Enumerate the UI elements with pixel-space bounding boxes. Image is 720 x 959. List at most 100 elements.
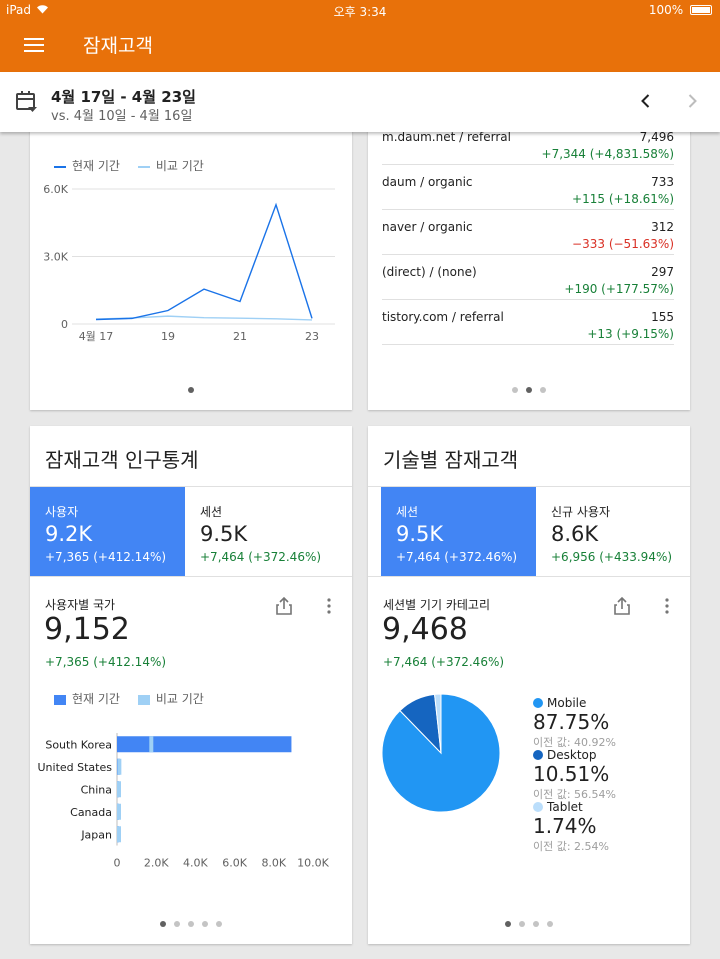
share-icon[interactable] — [613, 596, 631, 620]
x-tick-label: 8.0K — [261, 857, 286, 870]
comparison-range: vs. 4월 10일 - 4월 16일 — [51, 109, 193, 124]
chevron-right-icon[interactable] — [682, 91, 702, 115]
legend-previous: 이전 값: 2.54% — [533, 840, 610, 853]
y-tick-label: 6.0K — [43, 183, 68, 196]
page-dot[interactable] — [188, 921, 194, 927]
table-row[interactable]: naver / organic 312 −333 (−51.63%) — [382, 210, 674, 255]
bar-compare — [117, 758, 122, 775]
series-line — [95, 202, 313, 321]
page-dot[interactable] — [519, 921, 525, 927]
menu-icon[interactable] — [24, 35, 44, 55]
source-medium: naver / organic — [382, 220, 473, 234]
x-tick-label: 2.0K — [144, 857, 169, 870]
battery-icon — [690, 5, 712, 15]
row-value: 297 — [651, 265, 674, 279]
metric-tile-sessions[interactable]: 세션 9.5K +7,464 (+372.46%) — [185, 487, 340, 576]
x-tick-label: 10.0K — [297, 857, 329, 870]
more-vert-icon[interactable] — [664, 598, 670, 618]
row-delta: +7,344 (+4,831.58%) — [541, 147, 674, 161]
chevron-left-icon[interactable] — [636, 91, 656, 115]
tile-label: 세션 — [200, 505, 223, 519]
sessions-line-card: 현재 기간 비교 기간 0 3.0K 6.0K 4월 17 19 21 23 — [30, 110, 352, 410]
page-dot[interactable] — [160, 921, 166, 927]
category-label: Japan — [80, 828, 112, 841]
sub-label: 사용자별 국가 — [45, 598, 116, 612]
legend-swatch — [533, 698, 543, 708]
page-dot[interactable] — [216, 921, 222, 927]
row-delta: +190 (+177.57%) — [564, 282, 674, 296]
page-dot[interactable] — [533, 921, 539, 927]
more-vert-icon[interactable] — [326, 598, 332, 618]
bar-legend: 현재 기간 비교 기간 — [54, 690, 204, 707]
legend-percent: 10.51% — [533, 762, 610, 786]
y-tick-label: 0 — [61, 318, 68, 331]
page-dot[interactable] — [526, 387, 532, 393]
legend-swatch — [533, 750, 543, 760]
page-title: 잠재고객 — [83, 35, 153, 57]
big-number: 9,152 — [44, 612, 130, 647]
x-tick-label: 6.0K — [222, 857, 247, 870]
page-dots — [368, 378, 690, 397]
metric-tile-users[interactable]: 사용자 9.2K +7,365 (+412.14%) — [30, 487, 185, 576]
legend-compare: 비교 기간 — [137, 692, 204, 706]
x-tick-label: 21 — [233, 330, 247, 343]
sub-label: 세션별 기기 카테고리 — [383, 598, 490, 612]
page-dots — [30, 378, 352, 397]
page-dot[interactable] — [512, 387, 518, 393]
bar-compare — [149, 736, 154, 753]
big-delta: +7,365 (+412.14%) — [45, 655, 167, 669]
x-tick-label: 23 — [305, 330, 319, 343]
page-dots — [30, 912, 352, 931]
technology-card: 기술별 잠재고객 세션 9.5K +7,464 (+372.46%) 신규 사용… — [368, 426, 690, 944]
category-label: Canada — [70, 806, 112, 819]
x-tick-label: 19 — [161, 330, 175, 343]
tile-label: 신규 사용자 — [551, 505, 611, 519]
tile-delta: +7,365 (+412.14%) — [45, 550, 167, 564]
legend-percent: 87.75% — [533, 710, 610, 734]
legend-swatch — [533, 802, 543, 812]
row-value: 733 — [651, 175, 674, 189]
table-row[interactable]: (direct) / (none) 297 +190 (+177.57%) — [382, 255, 674, 300]
tile-value: 9.5K — [200, 522, 248, 546]
page-dot[interactable] — [547, 921, 553, 927]
source-medium: (direct) / (none) — [382, 265, 477, 279]
y-tick-label: 3.0K — [43, 251, 68, 264]
tile-delta: +6,956 (+433.94%) — [551, 550, 673, 564]
row-value: 312 — [651, 220, 674, 234]
card-title: 잠재고객 인구통계 — [45, 448, 199, 472]
share-icon[interactable] — [275, 596, 293, 620]
pie-chart — [382, 693, 501, 813]
date-range[interactable]: 4월 17일 - 4월 23일 — [51, 86, 196, 107]
row-delta: −333 (−51.63%) — [572, 237, 674, 251]
metric-tile-new-users[interactable]: 신규 사용자 8.6K +6,956 (+433.94%) — [536, 487, 690, 576]
tile-delta: +7,464 (+372.46%) — [396, 550, 518, 564]
battery-percent: 100% — [648, 3, 684, 17]
battery-indicator: 100% — [649, 3, 712, 17]
category-label: South Korea — [45, 738, 112, 751]
table-row[interactable]: tistory.com / referral 155 +13 (+9.15%) — [382, 300, 674, 345]
tile-label: 세션 — [396, 505, 419, 519]
bar-compare — [117, 803, 121, 820]
date-range-bar[interactable]: 4월 17일 - 4월 23일 vs. 4월 10일 - 4월 16일 — [0, 72, 720, 132]
tile-label: 사용자 — [45, 505, 79, 519]
pie-legend-desktop: Desktop 10.51% 이전 값: 56.54% — [533, 748, 617, 801]
category-label: China — [81, 783, 112, 796]
tile-value: 9.5K — [396, 522, 444, 546]
demographics-card: 잠재고객 인구통계 사용자 9.2K +7,365 (+412.14%) 세션 … — [30, 426, 352, 944]
page-dot[interactable] — [202, 921, 208, 927]
referral-list-card: m.daum.net / referral 7,496 +7,344 (+4,831… — [368, 110, 690, 410]
page-dot[interactable] — [505, 921, 511, 927]
page-dots — [368, 912, 690, 931]
calendar-icon[interactable] — [15, 90, 39, 118]
metric-tile-sessions[interactable]: 세션 9.5K +7,464 (+372.46%) — [381, 487, 536, 576]
x-tick-label: 4월 17 — [79, 330, 114, 343]
bar-compare — [117, 781, 121, 798]
pie-legend-mobile: Mobile 87.75% 이전 값: 40.92% — [533, 696, 617, 749]
page-dot[interactable] — [174, 921, 180, 927]
row-value: 155 — [651, 310, 674, 324]
page-dot[interactable] — [540, 387, 546, 393]
table-row[interactable]: daum / organic 733 +115 (+18.61%) — [382, 165, 674, 210]
bar-compare — [117, 826, 121, 843]
pie-legend-tablet: Tablet 1.74% 이전 값: 2.54% — [533, 800, 610, 853]
line-chart: 0 3.0K 6.0K 4월 17 19 21 23 — [43, 183, 335, 343]
